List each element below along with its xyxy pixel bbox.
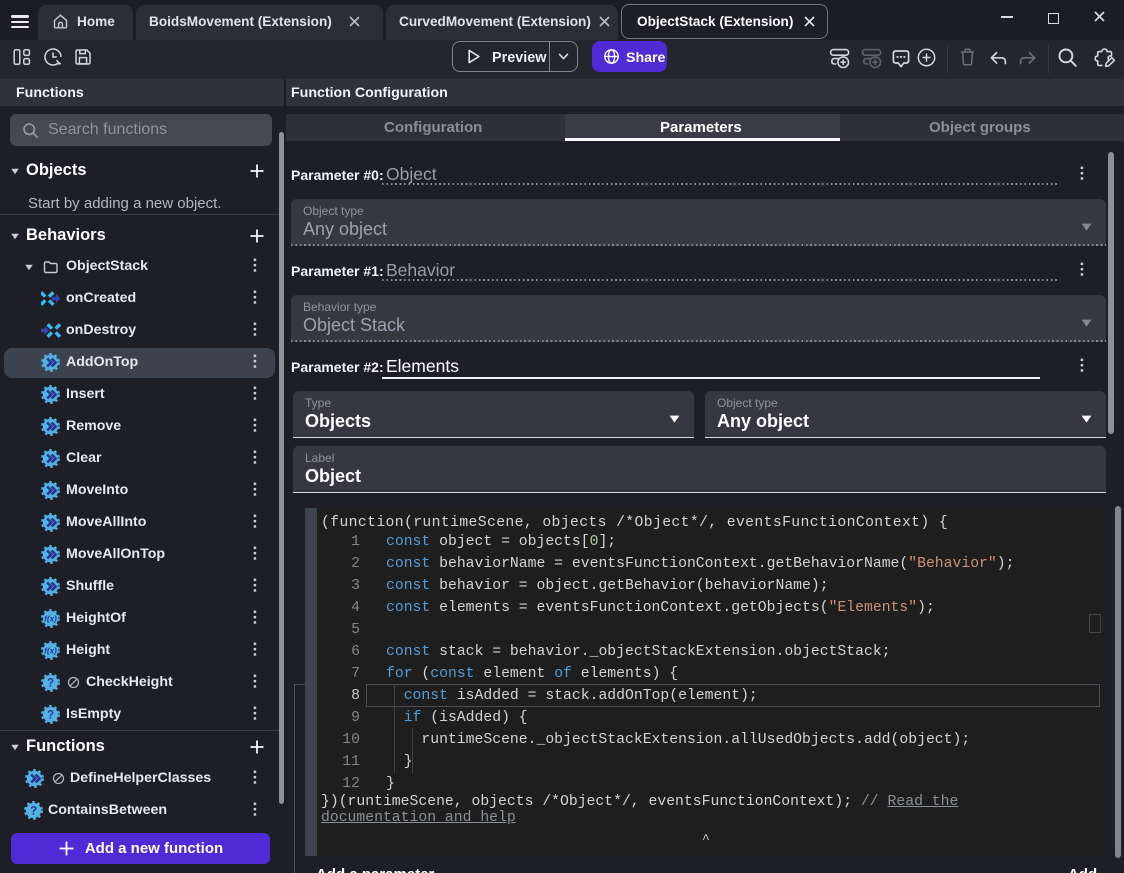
svg-text:f(x): f(x): [44, 615, 57, 624]
svg-text:?: ?: [30, 805, 37, 817]
svg-text:?: ?: [47, 677, 54, 689]
svg-text:?: ?: [47, 709, 54, 721]
svg-text:f(x): f(x): [44, 647, 57, 656]
